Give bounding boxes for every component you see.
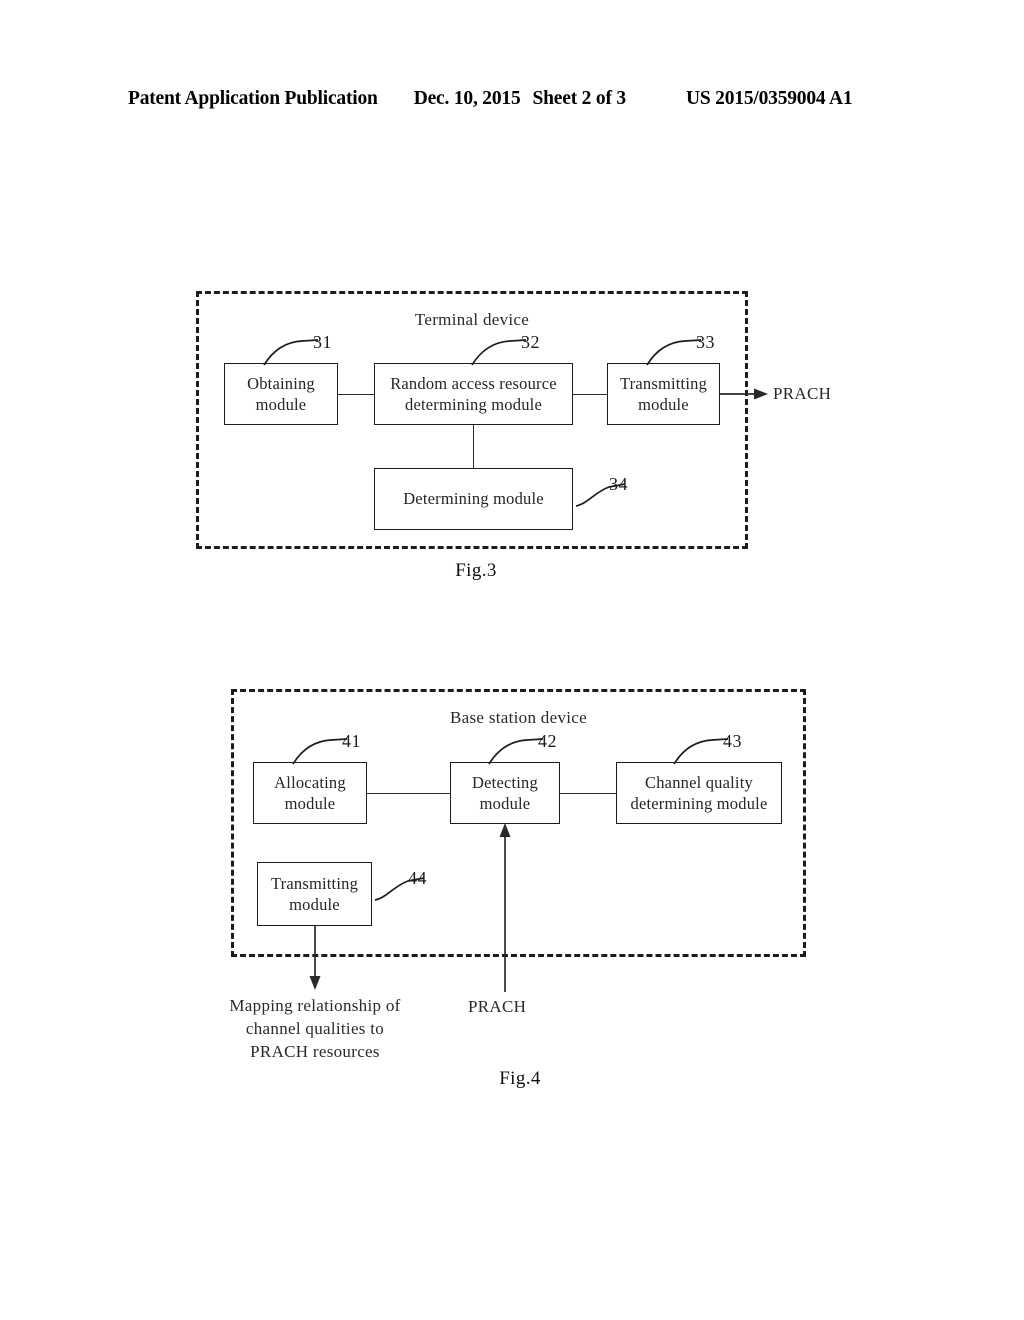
ref-numeral-44: 44	[408, 868, 427, 888]
connector-42-to-43	[560, 793, 616, 794]
base-station-device-title: Base station device	[450, 708, 587, 727]
module-detecting: Detecting module	[450, 762, 560, 824]
module-channel-quality-determining: Channel quality determining module	[616, 762, 782, 824]
module-allocating: Allocating module	[253, 762, 367, 824]
prach-input-label: PRACH	[468, 997, 527, 1016]
figure-4-caption: Fig.4	[499, 1068, 541, 1089]
mapping-output-arrow	[309, 926, 321, 990]
connector-41-to-42	[367, 793, 450, 794]
module-detecting-label: Detecting module	[472, 772, 538, 813]
ref-numeral-42: 42	[538, 731, 557, 751]
ref-numeral-43: 43	[723, 731, 742, 751]
module-allocating-label: Allocating module	[274, 772, 346, 813]
mapping-output-label: Mapping relationship of channel qualitie…	[229, 996, 401, 1061]
module-transmitting-base-station-label: Transmitting module	[270, 873, 359, 914]
module-transmitting-base-station: Transmitting module	[257, 862, 372, 926]
module-channel-quality-determining-label: Channel quality determining module	[630, 772, 768, 813]
figure-4: Base station device Allocating module 41…	[0, 0, 1024, 1320]
ref-numeral-41: 41	[342, 731, 361, 751]
prach-input-arrow	[499, 823, 511, 992]
